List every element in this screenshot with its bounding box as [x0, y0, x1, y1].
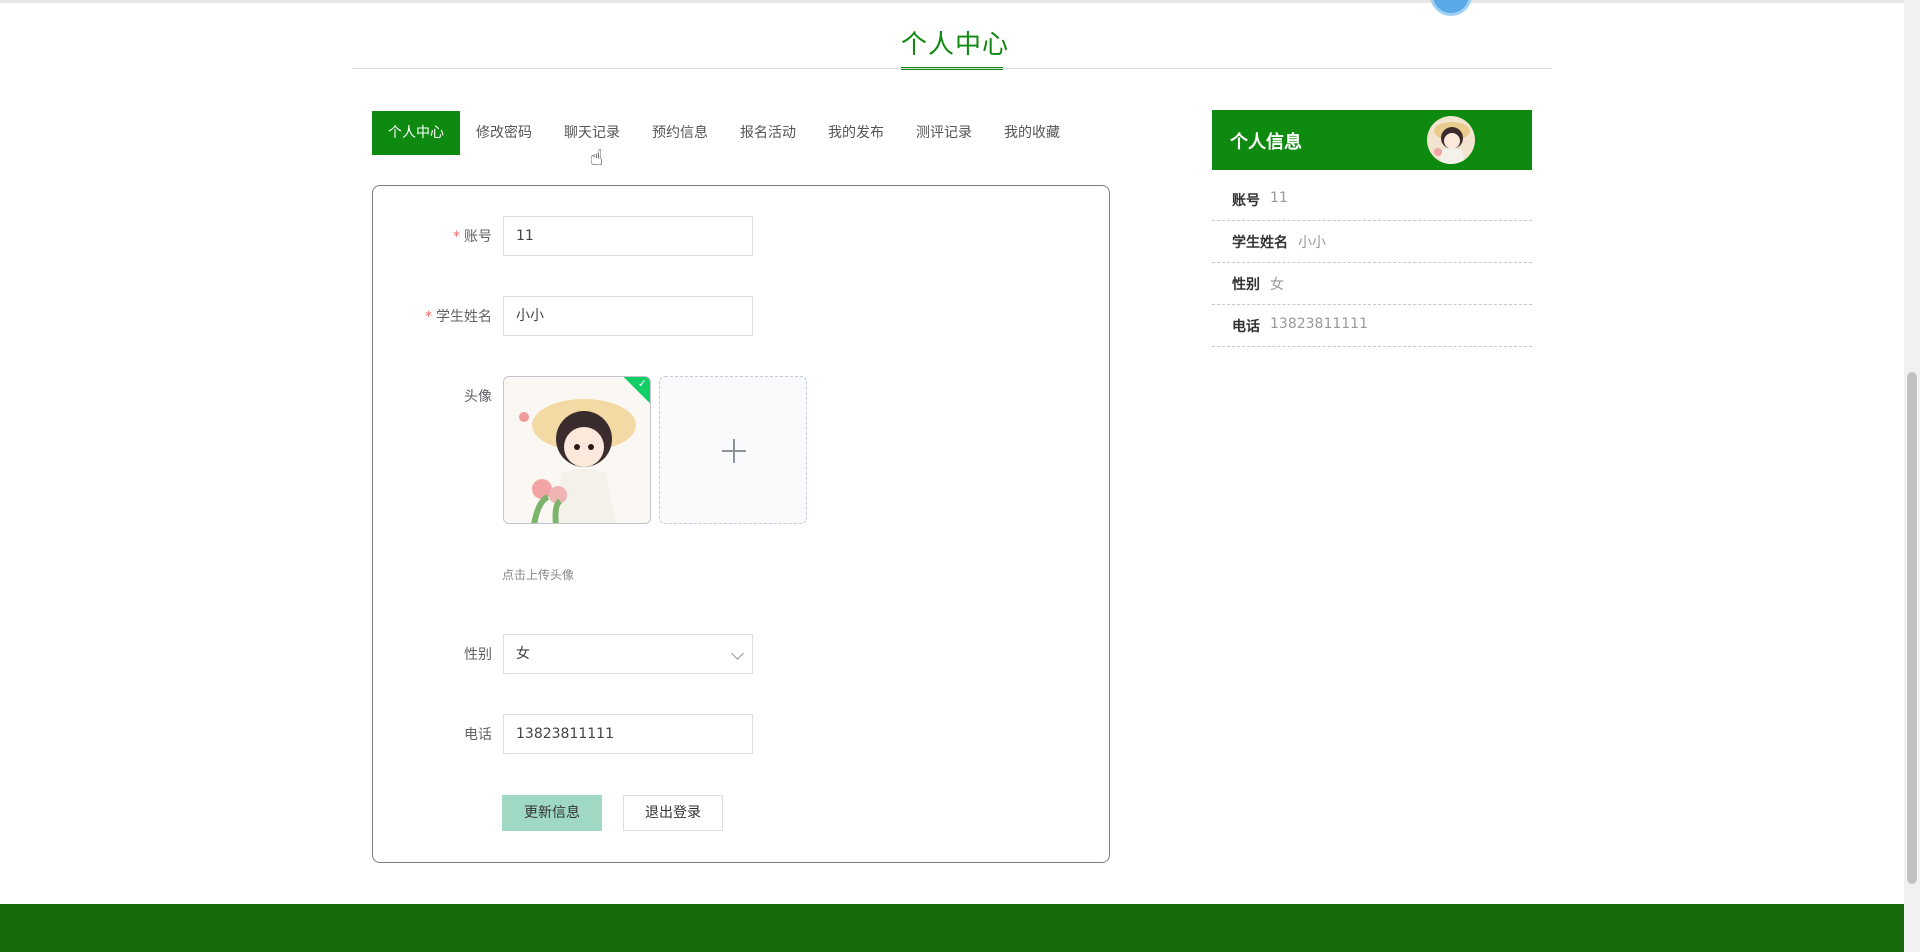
info-key: 性别	[1232, 277, 1260, 293]
chevron-down-icon	[731, 647, 744, 660]
phone-label: 电话	[464, 727, 492, 743]
profile-form-card	[372, 185, 1110, 863]
info-key: 电话	[1232, 319, 1260, 335]
tab-appointments[interactable]: 预约信息	[636, 111, 724, 155]
student-name-input[interactable]: 小小	[503, 296, 753, 336]
mouse-cursor-icon: ☝	[590, 146, 604, 171]
logout-button[interactable]: 退出登录	[623, 795, 723, 831]
avatar	[1427, 116, 1475, 164]
info-panel-header: 个人信息	[1212, 110, 1532, 170]
tab-signup-activities[interactable]: 报名活动	[724, 111, 812, 155]
scrollbar-thumb[interactable]	[1907, 372, 1917, 884]
tab-change-password[interactable]: 修改密码	[460, 111, 548, 155]
avatar-illustration	[504, 377, 650, 523]
avatar-label: 头像	[464, 389, 492, 405]
info-row-gender: 性别 女	[1212, 264, 1532, 305]
info-key: 账号	[1232, 193, 1260, 209]
upload-tip: 点击上传头像	[502, 568, 575, 582]
tab-my-favorites[interactable]: 我的收藏	[988, 111, 1076, 155]
avatar-upload-button[interactable]	[659, 376, 807, 524]
account-input[interactable]: 11	[503, 216, 753, 256]
info-key: 学生姓名	[1232, 235, 1288, 251]
gender-select-value: 女	[516, 646, 530, 662]
tab-personal-center[interactable]: 个人中心	[372, 111, 460, 155]
header-avatar[interactable]	[1430, 0, 1472, 16]
gender-label: 性别	[464, 647, 492, 663]
tab-bar: 个人中心 修改密码 聊天记录 预约信息 报名活动 我的发布 测评记录 我的收藏	[372, 111, 1076, 155]
info-panel-title: 个人信息	[1230, 132, 1302, 153]
info-value: 女	[1270, 277, 1284, 293]
info-row-student-name: 学生姓名 小小	[1212, 222, 1532, 263]
update-info-button[interactable]: 更新信息	[502, 795, 602, 831]
tab-assessment-records[interactable]: 测评记录	[900, 111, 988, 155]
tab-my-posts[interactable]: 我的发布	[812, 111, 900, 155]
info-value: 小小	[1298, 235, 1326, 251]
avatar-illustration-small	[1434, 122, 1470, 164]
footer	[0, 904, 1904, 952]
avatar-thumbnail[interactable]: ✓	[503, 376, 651, 524]
title-divider	[352, 68, 1552, 69]
page-title: 个人中心	[901, 30, 1010, 60]
top-border	[0, 0, 1904, 3]
account-label: * 账号	[453, 229, 492, 245]
info-value: 13823811111	[1270, 316, 1368, 332]
info-row-account: 账号 11	[1212, 180, 1532, 221]
phone-input[interactable]: 13823811111	[503, 714, 753, 754]
gender-select[interactable]: 女	[503, 634, 753, 674]
info-value: 11	[1270, 190, 1288, 206]
student-name-label: * 学生姓名	[425, 309, 492, 325]
scrollbar[interactable]	[1904, 0, 1920, 952]
info-row-phone: 电话 13823811111	[1212, 306, 1532, 347]
check-icon: ✓	[637, 377, 647, 390]
plus-icon-vertical	[733, 439, 735, 463]
